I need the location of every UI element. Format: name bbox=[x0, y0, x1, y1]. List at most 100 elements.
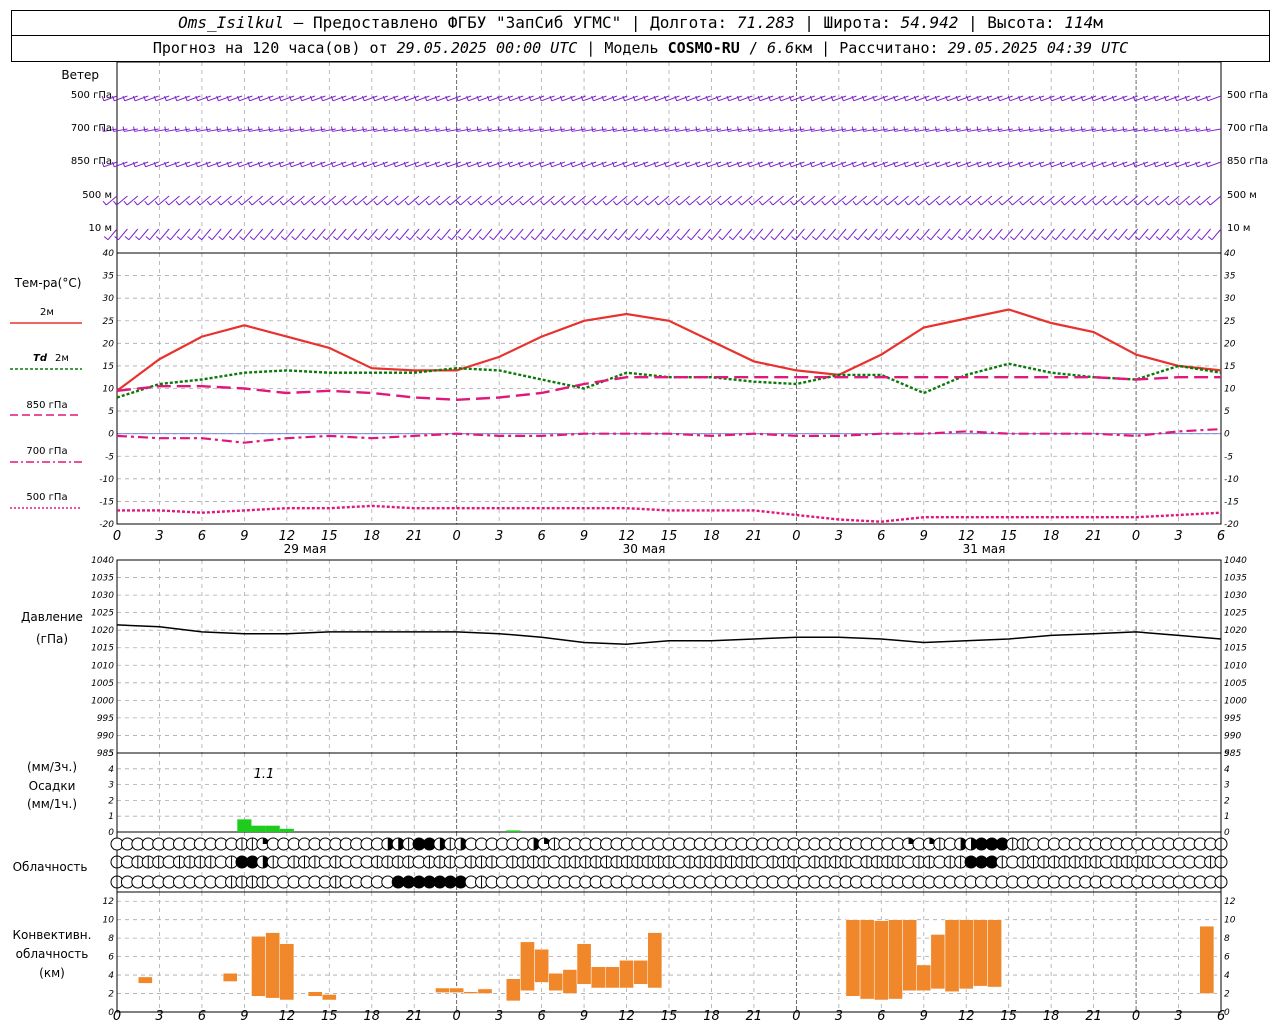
y-tick-label-right: 10 bbox=[1224, 385, 1236, 395]
wind-barb-feather bbox=[1143, 126, 1146, 132]
precip-bars bbox=[237, 819, 521, 832]
y-tick-label-right: 1040 bbox=[1224, 556, 1247, 566]
wind-barb-feather bbox=[362, 126, 365, 132]
wind-barb-feather bbox=[467, 200, 472, 206]
wind-barb-feather bbox=[1060, 200, 1065, 206]
wind-barb-feather bbox=[290, 200, 295, 206]
precip-bar bbox=[265, 825, 280, 832]
wind-barb bbox=[930, 228, 941, 241]
x-tick-label: 0 bbox=[1132, 529, 1140, 544]
wind-barb-feather bbox=[270, 236, 275, 241]
wind-barb bbox=[919, 228, 930, 241]
wind-barb-feather bbox=[1196, 200, 1201, 206]
wind-barbs bbox=[101, 95, 1222, 241]
wind-barb-feather bbox=[758, 200, 763, 206]
wind-barb bbox=[1159, 228, 1170, 241]
y-tick-label-right: 4 bbox=[1224, 765, 1230, 775]
meteogram-chart: 40 4035 3530 3025 2520 2015 1510 105 50 0-5 -5-10-… bbox=[10, 61, 1268, 1024]
precip-bar bbox=[279, 828, 294, 832]
wind-barb-feather bbox=[154, 200, 159, 206]
wind-barb-feather bbox=[372, 126, 375, 132]
x-tick-label-bottom: 21 bbox=[406, 1009, 423, 1024]
wind-barb-feather bbox=[747, 126, 750, 132]
precip-bar bbox=[506, 830, 521, 832]
y-tick-label-right: 2 bbox=[1224, 990, 1230, 1000]
x-tick-label: 3 bbox=[1174, 529, 1182, 544]
wind-barb-feather bbox=[301, 236, 307, 241]
wind-barb bbox=[315, 228, 326, 241]
y-tick-label: 30 bbox=[103, 294, 115, 304]
wind-barb-feather bbox=[977, 200, 982, 206]
wind-barb-feather bbox=[1195, 126, 1198, 132]
conv-bar bbox=[534, 948, 549, 983]
wind-barb-feather bbox=[1062, 236, 1067, 241]
wind-barb-feather bbox=[1207, 236, 1213, 241]
wind-barb-feather bbox=[112, 126, 115, 132]
wind-barb-feather bbox=[489, 236, 494, 241]
x-tick-label-bottom: 3 bbox=[495, 1009, 503, 1024]
wind-barb-feather bbox=[353, 236, 359, 241]
wind-barb-feather bbox=[395, 236, 400, 241]
wind-barb-feather bbox=[445, 126, 448, 132]
conv-bar bbox=[987, 919, 1002, 988]
y-tick-label-right: 20 bbox=[1224, 339, 1236, 349]
wind-barb-feather bbox=[320, 126, 323, 132]
wind-barb-feather bbox=[810, 200, 815, 206]
wind-barb-feather bbox=[768, 126, 771, 132]
conv-bar bbox=[1199, 925, 1215, 994]
wind-barb-feather bbox=[801, 236, 807, 241]
wind-barb-feather bbox=[717, 200, 722, 206]
y-tick-label-right: 1025 bbox=[1224, 609, 1247, 619]
wind-barb-feather bbox=[1197, 236, 1202, 241]
wind-barb-feather bbox=[904, 200, 909, 206]
wind-barb-feather bbox=[654, 200, 659, 206]
wind-barb-feather bbox=[363, 200, 368, 206]
y-tick-label-right: 25 bbox=[1224, 317, 1236, 327]
wind-barb-feather bbox=[541, 236, 546, 241]
wind-barb bbox=[138, 228, 149, 241]
wind-barb-feather bbox=[601, 126, 604, 132]
wind-barb-feather bbox=[862, 200, 867, 206]
wind-barb-feather bbox=[769, 200, 774, 206]
conv-bar bbox=[137, 976, 153, 984]
wind-barb-feather bbox=[895, 236, 900, 241]
wind-barb bbox=[295, 228, 305, 241]
wind-barb bbox=[1107, 228, 1118, 241]
wind-barb bbox=[992, 228, 1003, 241]
wind-barb-feather bbox=[956, 200, 961, 206]
wind-level-850hpa: 850 гПа bbox=[71, 156, 112, 167]
conv-bar bbox=[647, 932, 663, 989]
x-tick-label: 6 bbox=[877, 529, 885, 544]
wind-barb-feather bbox=[946, 200, 951, 206]
x-tick-label-bottom: 0 bbox=[792, 1009, 800, 1024]
wind-barb-feather bbox=[289, 126, 292, 132]
conv-bar bbox=[251, 936, 266, 997]
wind-barb-feather bbox=[519, 200, 524, 206]
wind-barb-feather bbox=[185, 200, 190, 206]
y-tick-label: 5 bbox=[108, 407, 114, 417]
wind-barb bbox=[565, 228, 576, 241]
conv-bar bbox=[873, 920, 889, 1001]
wind-barb-feather bbox=[779, 200, 784, 206]
wind-barb-feather bbox=[351, 126, 354, 132]
wind-barb-feather bbox=[883, 200, 888, 206]
wind-barb bbox=[513, 228, 524, 241]
wind-barb-feather bbox=[884, 236, 890, 241]
y-tick-label: 35 bbox=[103, 272, 115, 282]
wind-barb-feather bbox=[466, 126, 469, 132]
wind-barb-feather bbox=[1165, 200, 1169, 206]
wind-barb-feather bbox=[478, 236, 484, 241]
wind-barb-feather bbox=[258, 126, 260, 132]
wind-barb bbox=[617, 228, 628, 241]
wind-barb-feather bbox=[976, 126, 979, 132]
y-tick-label-right: 990 bbox=[1224, 731, 1241, 741]
wind-barb bbox=[847, 228, 857, 241]
y-tick-label-right: 4 bbox=[1224, 971, 1230, 981]
wind-barb-feather bbox=[364, 236, 369, 241]
wind-barb-feather bbox=[208, 236, 213, 241]
pressure-label: Давление bbox=[21, 610, 83, 624]
conv-bar bbox=[505, 978, 521, 1002]
wind-barb bbox=[128, 228, 139, 241]
wind-barb-feather bbox=[237, 126, 240, 132]
y-tick-label-right: 30 bbox=[1224, 294, 1236, 304]
